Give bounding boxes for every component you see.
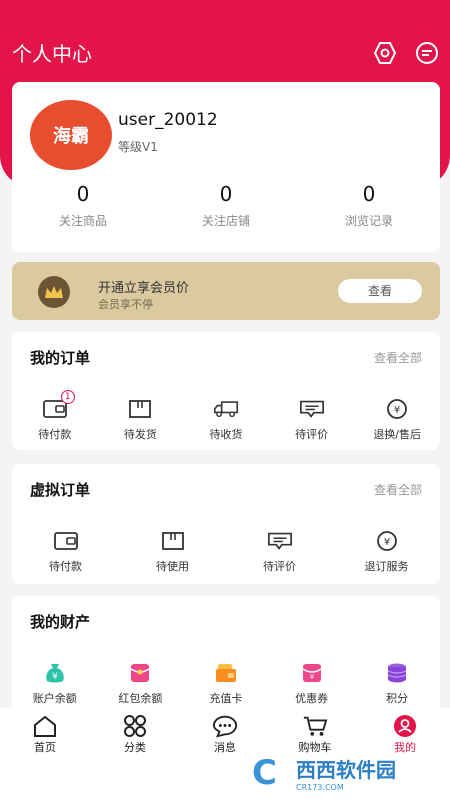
vip-banner[interactable]: 开通立享会员价 会员享不停 查看 (12, 262, 440, 320)
package-icon (160, 530, 186, 552)
vip-view-button[interactable]: 查看 (338, 279, 422, 303)
asset-points[interactable]: 积分 (354, 662, 440, 706)
order-item-label: 待发货 (123, 428, 157, 441)
asset-recharge-card[interactable]: 充值卡 (183, 662, 269, 706)
section-title: 虚拟订单 (30, 481, 91, 499)
asset-coupon[interactable]: ¥ 优惠券 (269, 662, 355, 706)
money-bag-icon: ¥ (42, 662, 68, 684)
svg-text:¥: ¥ (52, 672, 58, 682)
section-title: 我的订单 (30, 349, 91, 367)
settings-icon[interactable] (372, 40, 398, 66)
virtual-pending-review[interactable]: 待评价 (226, 530, 333, 574)
coin-stack-icon (384, 662, 410, 684)
virtual-item-label: 待使用 (156, 560, 189, 573)
section-title: 我的财产 (30, 613, 91, 631)
order-refund-aftersale[interactable]: ¥ 退换/售后 (354, 398, 440, 442)
tab-label: 首页 (34, 741, 56, 754)
virtual-pending-payment[interactable]: 待付款 (12, 530, 119, 574)
svg-text:¥: ¥ (383, 537, 389, 548)
virtual-cancel-service[interactable]: ¥ 退订服务 (333, 530, 440, 574)
virtual-item-label: 待付款 (49, 560, 82, 573)
comment-icon (299, 398, 325, 420)
vip-subtitle: 会员享不停 (98, 298, 153, 311)
order-pending-receipt[interactable]: 待收货 (183, 398, 269, 442)
view-all-virtual-link[interactable]: 查看全部 (374, 481, 422, 498)
avatar[interactable]: 海霸 (30, 100, 112, 170)
orders-card: 我的订单 查看全部 1 待付款 待发货 待收货 待评价 ¥ 退换/售后 (12, 332, 440, 450)
virtual-pending-use[interactable]: 待使用 (119, 530, 226, 574)
user-icon (392, 715, 418, 737)
profile-card: 海霸 user_20012 等级V1 0 关注商品 0 关注店铺 0 浏览记录 (12, 82, 440, 252)
watermark-logo: C 西西软件园 CR173.COM (252, 750, 438, 796)
order-item-label: 待评价 (295, 428, 329, 441)
unpaid-count-badge: 1 (60, 390, 75, 404)
page-title: 个人中心 (12, 42, 92, 66)
stat-history[interactable]: 0 浏览记录 (298, 182, 440, 229)
stat-followed-goods[interactable]: 0 关注商品 (12, 182, 154, 229)
virtual-orders-card: 虚拟订单 查看全部 待付款 待使用 待评价 ¥ 退订服务 (12, 464, 440, 584)
stat-label: 关注店铺 (201, 214, 250, 228)
tab-category[interactable]: 分类 (90, 708, 180, 764)
order-pending-shipment[interactable]: 待发货 (98, 398, 184, 442)
asset-label: 红包余额 (118, 692, 163, 705)
stat-label: 关注商品 (58, 214, 107, 228)
stat-value: 0 (362, 182, 376, 206)
tab-home[interactable]: 首页 (0, 708, 90, 764)
red-packet-icon (127, 662, 153, 684)
stat-label: 浏览记录 (344, 214, 393, 228)
stat-value: 0 (76, 182, 90, 206)
stat-followed-shops[interactable]: 0 关注店铺 (155, 182, 297, 229)
comment-icon (267, 530, 293, 552)
tab-label: 分类 (124, 741, 146, 754)
virtual-item-label: 待评价 (263, 560, 296, 573)
asset-label: 优惠券 (295, 692, 329, 705)
svg-text:¥: ¥ (309, 673, 314, 681)
grid-icon (122, 715, 148, 737)
asset-label: 积分 (386, 692, 409, 705)
assets-card: 我的财产 ¥ 账户余额 红包余额 充值卡 ¥ 优惠券 积分 (12, 596, 440, 720)
asset-account-balance[interactable]: ¥ 账户余额 (12, 662, 98, 706)
truck-icon (213, 398, 239, 420)
asset-label: 充值卡 (209, 692, 243, 705)
order-pending-payment[interactable]: 1 待付款 (12, 390, 98, 442)
asset-red-packet[interactable]: 红包余额 (98, 662, 184, 706)
watermark-text: 西西软件园 (296, 758, 396, 782)
username: user_20012 (118, 110, 218, 130)
order-item-label: 待收货 (209, 428, 243, 441)
vip-title: 开通立享会员价 (98, 281, 190, 296)
chat-bubble-icon (212, 715, 238, 738)
svg-text:¥: ¥ (394, 405, 400, 416)
package-icon (127, 398, 153, 420)
message-icon[interactable] (414, 40, 440, 66)
cart-icon (302, 715, 328, 737)
wallet-icon (53, 530, 79, 552)
crown-icon (38, 276, 70, 308)
watermark-c-icon: C (252, 753, 277, 793)
tab-label: 消息 (214, 741, 236, 754)
user-level: 等级V1 (118, 140, 158, 154)
view-all-orders-link[interactable]: 查看全部 (374, 349, 422, 366)
card-wallet-icon (213, 662, 239, 684)
avatar-text: 海霸 (53, 126, 89, 147)
watermark-sub: CR173.COM (296, 783, 344, 792)
virtual-item-label: 退订服务 (364, 560, 409, 573)
yen-refund-icon: ¥ (384, 398, 410, 420)
order-item-label: 待付款 (38, 428, 72, 441)
yen-refund-icon: ¥ (374, 530, 400, 552)
stat-value: 0 (219, 182, 233, 206)
coupon-icon: ¥ (299, 662, 325, 684)
asset-label: 账户余额 (32, 692, 77, 705)
order-item-label: 退换/售后 (373, 428, 422, 441)
order-pending-review[interactable]: 待评价 (269, 398, 355, 442)
home-icon (32, 715, 58, 737)
